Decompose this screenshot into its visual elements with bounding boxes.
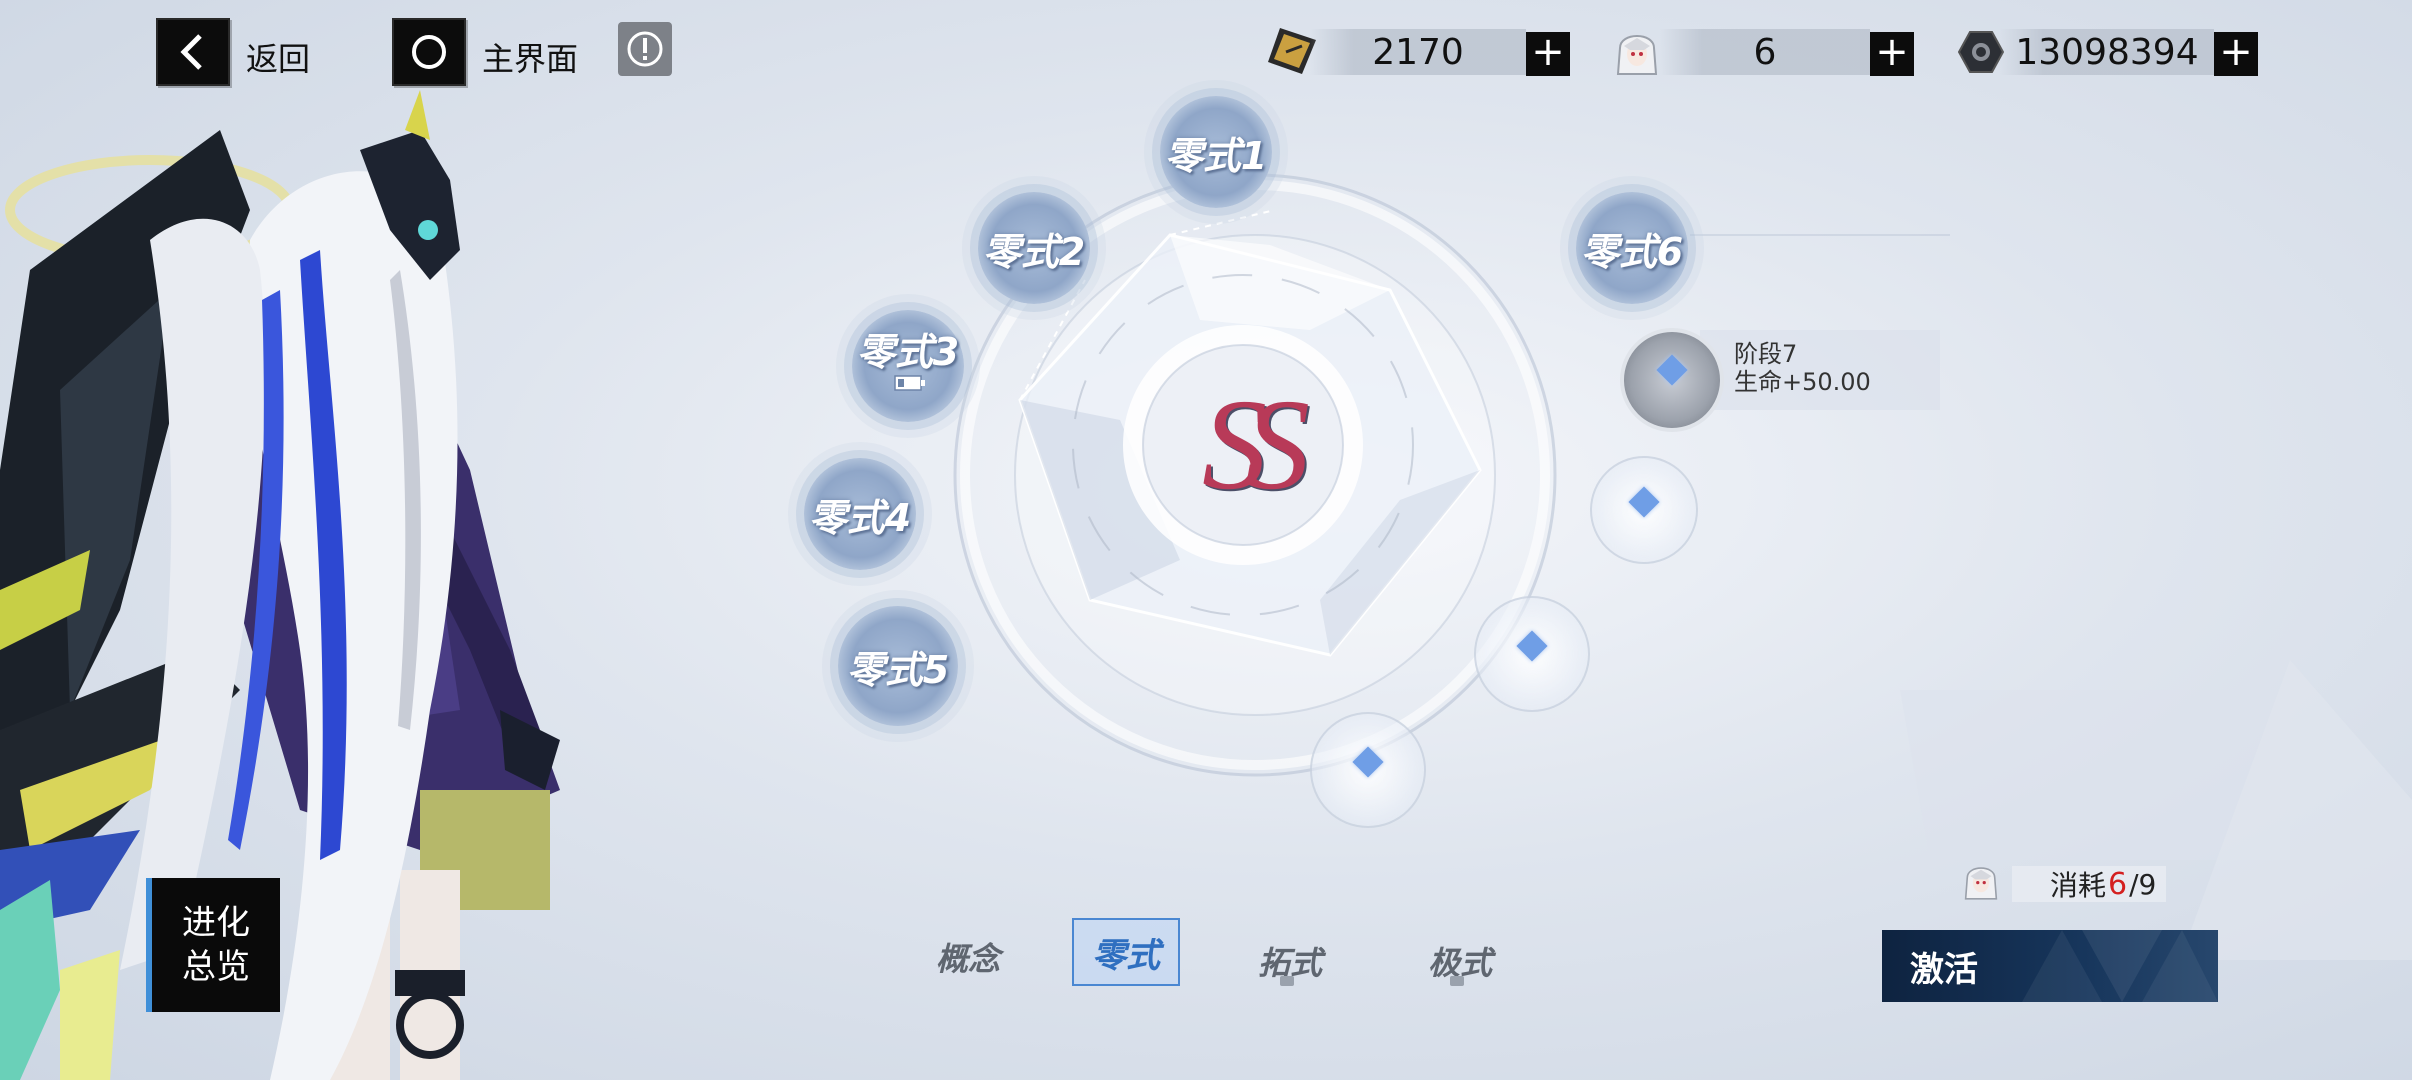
info-button[interactable] (618, 22, 672, 76)
evolution-overview-line2: 总览 (182, 947, 250, 987)
core-logo: SS (1170, 380, 1320, 510)
tab-zero[interactable]: 零式 (1072, 918, 1180, 986)
stage-node-locked[interactable] (1474, 596, 1590, 712)
back-button[interactable] (156, 18, 230, 86)
diamond-icon (1352, 746, 1384, 778)
evolution-overview-button[interactable]: 进化 总览 (146, 878, 280, 1012)
core-logo-text: SS (1202, 373, 1310, 517)
node-label: 零式5 (846, 647, 950, 692)
add-character-shard-button[interactable]: + (1870, 32, 1914, 76)
character-illustration (0, 90, 560, 1080)
cost-current: 6 (2108, 866, 2128, 902)
stage-info: 阶段7 生命+50.00 (1734, 340, 1871, 396)
node-zero-4[interactable]: 零式4 (804, 458, 916, 570)
diamond-icon (1628, 486, 1660, 518)
circle-home-icon (412, 35, 446, 69)
character-avatar-icon (1616, 35, 1658, 75)
lock-icon (1450, 976, 1464, 986)
node-label: 零式4 (808, 495, 912, 540)
nut-value: 13098394 (2015, 31, 2199, 73)
diamond-icon (1656, 354, 1688, 386)
node-zero-5[interactable]: 零式5 (838, 606, 958, 726)
battery-icon (894, 375, 925, 391)
node-label: 零式2 (982, 229, 1086, 274)
cost-prefix: 消耗 (2050, 869, 2107, 902)
character-avatar-icon (1964, 867, 1998, 900)
stage-node-locked[interactable] (1590, 456, 1698, 564)
back-label[interactable]: 返回 (246, 34, 310, 80)
node-label: 零式1 (1164, 133, 1268, 178)
add-ticket-button[interactable]: + (1526, 32, 1570, 76)
chevron-left-icon (180, 34, 202, 70)
evolution-overview-line1: 进化 (182, 903, 250, 943)
node-label: 零式3 (856, 329, 960, 374)
stage-stat: 生命+50.00 (1734, 368, 1871, 396)
activate-label: 激活 (1910, 949, 1978, 990)
node-label: 零式6 (1580, 229, 1684, 274)
add-nut-button[interactable]: + (2214, 32, 2258, 76)
node-zero-1[interactable]: 零式1 (1160, 96, 1272, 208)
node-zero-6[interactable]: 零式6 (1576, 192, 1688, 304)
stage-node-current[interactable] (1620, 328, 1724, 432)
tab-concept[interactable]: 概念 (936, 934, 1000, 980)
activate-button[interactable]: 激活 (1882, 930, 2218, 1002)
nut-count: 13098394 (2000, 29, 2214, 75)
character-shard-count: 6 (1660, 29, 1870, 75)
character-shard-value: 6 (1753, 31, 1777, 73)
ticket-count: 2170 (1310, 29, 1526, 75)
triangle-pattern-decoration (2022, 930, 2218, 1002)
tab-zero-label: 零式 (1092, 935, 1160, 976)
activation-cost: 消耗 6 /9 (2012, 866, 2167, 902)
diamond-icon (1516, 630, 1548, 662)
stage-node-locked[interactable] (1310, 712, 1426, 828)
exclamation-icon (627, 31, 663, 67)
stage-title: 阶段7 (1734, 340, 1798, 368)
hex-nut-icon (1958, 31, 2004, 73)
node-zero-2[interactable]: 零式2 (978, 192, 1090, 304)
ticket-value: 2170 (1372, 31, 1464, 73)
cost-total: /9 (2129, 867, 2157, 901)
home-button[interactable] (392, 18, 466, 86)
home-label[interactable]: 主界面 (482, 34, 578, 80)
node-zero-3[interactable]: 零式3 (852, 310, 964, 422)
lock-icon (1280, 976, 1294, 986)
